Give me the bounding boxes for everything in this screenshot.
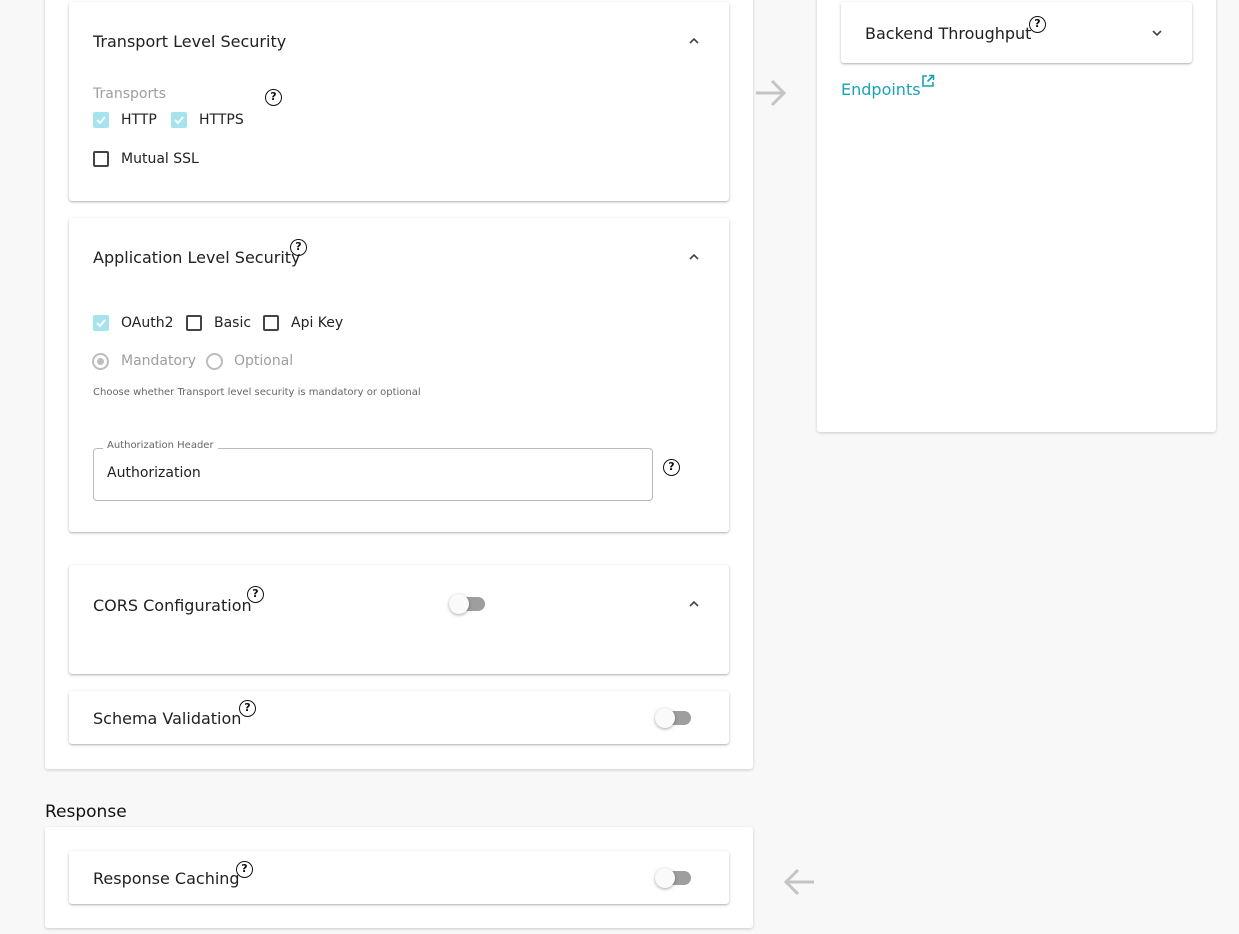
transports-label: Transports <box>93 86 166 102</box>
schema-validation-toggle[interactable] <box>655 708 693 728</box>
https-label: HTTPS <box>199 112 244 128</box>
response-heading: Response <box>45 802 127 822</box>
help-icon[interactable]: ? <box>239 700 256 717</box>
api-key-label: Api Key <box>291 315 344 331</box>
oauth2-label: OAuth2 <box>121 315 174 331</box>
transport-security-card: Transport Level Security Transports ? HT… <box>69 2 729 201</box>
oauth2-checkbox[interactable] <box>93 315 109 331</box>
schema-validation-title: Schema Validation <box>93 709 242 728</box>
help-icon[interactable]: ? <box>247 586 264 603</box>
endpoints-link[interactable]: Endpoints <box>841 74 935 99</box>
mutual-ssl-label: Mutual SSL <box>121 151 199 167</box>
help-icon[interactable]: ? <box>265 89 282 106</box>
basic-label: Basic <box>214 315 252 331</box>
backend-throughput-card[interactable]: Backend Throughput ? <box>841 2 1192 63</box>
endpoints-link-label[interactable]: Endpoints <box>841 80 921 99</box>
transport-security-title: Transport Level Security <box>93 32 287 51</box>
http-checkbox[interactable] <box>93 112 109 128</box>
optional-label: Optional <box>234 353 294 369</box>
cors-toggle[interactable] <box>449 594 487 614</box>
security-helper-text: Choose whether Transport level security … <box>93 387 421 398</box>
arrow-left-icon <box>782 865 816 903</box>
help-icon[interactable]: ? <box>663 459 680 476</box>
https-checkbox[interactable] <box>171 112 187 128</box>
schema-validation-card: Schema Validation ? <box>69 691 729 744</box>
authorization-header-value[interactable]: Authorization <box>107 465 201 481</box>
chevron-up-icon[interactable] <box>688 251 700 263</box>
api-key-checkbox[interactable] <box>263 315 279 331</box>
open-in-new-icon <box>921 73 935 92</box>
arrow-right-icon <box>754 76 788 114</box>
response-caching-toggle[interactable] <box>655 868 693 888</box>
chevron-up-icon[interactable] <box>688 598 700 610</box>
cors-card: CORS Configuration ? <box>69 565 729 674</box>
help-icon[interactable]: ? <box>236 861 253 878</box>
cors-title: CORS Configuration <box>93 596 252 615</box>
mutual-ssl-checkbox[interactable] <box>93 151 109 167</box>
response-caching-title: Response Caching <box>93 869 240 888</box>
backend-panel <box>817 0 1216 432</box>
chevron-up-icon[interactable] <box>688 35 700 47</box>
help-icon[interactable]: ? <box>1029 16 1046 33</box>
http-label: HTTP <box>121 112 157 128</box>
authorization-header-label: Authorization Header <box>103 440 218 451</box>
mandatory-radio[interactable] <box>92 353 109 370</box>
backend-throughput-title: Backend Throughput <box>865 24 1032 43</box>
response-caching-card: Response Caching ? <box>69 851 729 904</box>
basic-checkbox[interactable] <box>186 315 202 331</box>
app-security-card: Application Level Security ? OAuth2 Basi… <box>69 218 729 532</box>
chevron-down-icon[interactable] <box>1151 27 1163 39</box>
help-icon[interactable]: ? <box>290 239 307 256</box>
optional-radio[interactable] <box>206 353 223 370</box>
mandatory-label: Mandatory <box>121 353 197 369</box>
app-security-title: Application Level Security <box>93 248 301 267</box>
